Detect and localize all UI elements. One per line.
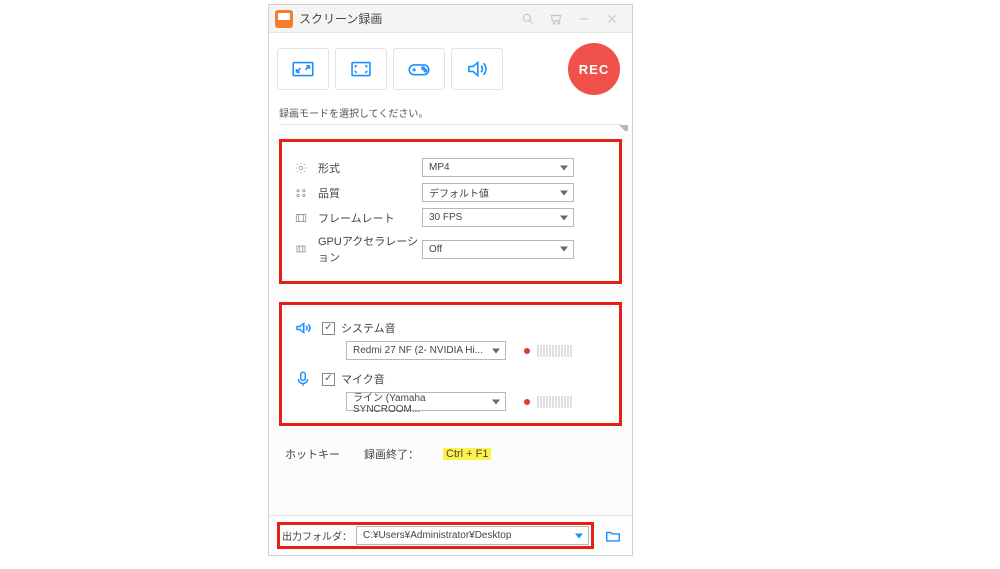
format-select[interactable]: MP4	[422, 158, 574, 177]
quality-select[interactable]: デフォルト値	[422, 183, 574, 202]
framerate-icon	[292, 211, 310, 225]
app-icon	[275, 10, 293, 28]
speaker-icon	[292, 319, 314, 337]
audio-settings-box: システム音 Redmi 27 NF (2- NVIDIA Hi... マイク音 …	[279, 302, 622, 426]
mic-audio-device-select[interactable]: ライン (Yamaha SYNCROOM...	[346, 392, 506, 411]
prompt-text: 録画モードを選択してください。	[279, 109, 428, 120]
quality-label: 品質	[318, 185, 422, 201]
framerate-select[interactable]: 30 FPS	[422, 208, 574, 227]
framerate-label: フレームレート	[318, 210, 422, 226]
mode-region-button[interactable]	[277, 48, 329, 90]
close-button[interactable]	[598, 8, 626, 30]
output-folder-select[interactable]: C:¥Users¥Administrator¥Desktop	[356, 526, 589, 545]
mic-audio-meter	[524, 396, 572, 408]
system-audio-meter	[524, 345, 572, 357]
system-audio-device-select[interactable]: Redmi 27 NF (2- NVIDIA Hi...	[346, 341, 506, 360]
cart-icon[interactable]	[542, 8, 570, 30]
microphone-icon	[292, 370, 314, 388]
search-icon[interactable]	[514, 8, 542, 30]
hotkey-stop-label: 録画終了：	[364, 446, 419, 462]
hotkey-stop-value: Ctrl + F1	[443, 448, 491, 460]
minimize-button[interactable]	[570, 8, 598, 30]
window-title: スクリーン録画	[299, 10, 382, 27]
mic-audio-checkbox[interactable]	[322, 373, 335, 386]
gpu-icon	[292, 242, 310, 256]
gear-icon	[292, 161, 310, 175]
footer: 出力フォルダ： C:¥Users¥Administrator¥Desktop	[269, 515, 632, 555]
titlebar: スクリーン録画	[269, 5, 632, 33]
video-settings-box: 形式 MP4 品質 デフォルト値 フレームレート 30 FPS GPUアクセラレ…	[279, 139, 622, 284]
mic-audio-label: マイク音	[341, 371, 385, 387]
mode-game-button[interactable]	[393, 48, 445, 90]
output-folder-box: 出力フォルダ： C:¥Users¥Administrator¥Desktop	[277, 522, 594, 549]
system-audio-label: システム音	[341, 320, 396, 336]
app-window: スクリーン録画 REC 録画モードを選択してください。	[268, 4, 633, 556]
prompt-row: 録画モードを選択してください。	[269, 103, 632, 131]
quality-icon	[292, 186, 310, 200]
gpu-select[interactable]: Off	[422, 240, 574, 259]
system-audio-checkbox[interactable]	[322, 322, 335, 335]
mode-fullscreen-button[interactable]	[335, 48, 387, 90]
output-folder-label: 出力フォルダ：	[282, 528, 352, 543]
mode-toolbar: REC	[269, 33, 632, 103]
mode-audio-button[interactable]	[451, 48, 503, 90]
gpu-label: GPUアクセラレーション	[318, 233, 422, 265]
hotkey-row: ホットキー 録画終了： Ctrl + F1	[279, 444, 622, 462]
format-label: 形式	[318, 160, 422, 176]
hotkey-title: ホットキー	[285, 446, 340, 462]
open-folder-button[interactable]	[602, 527, 624, 545]
record-button[interactable]: REC	[568, 43, 620, 95]
body-area: 形式 MP4 品質 デフォルト値 フレームレート 30 FPS GPUアクセラレ…	[269, 131, 632, 515]
